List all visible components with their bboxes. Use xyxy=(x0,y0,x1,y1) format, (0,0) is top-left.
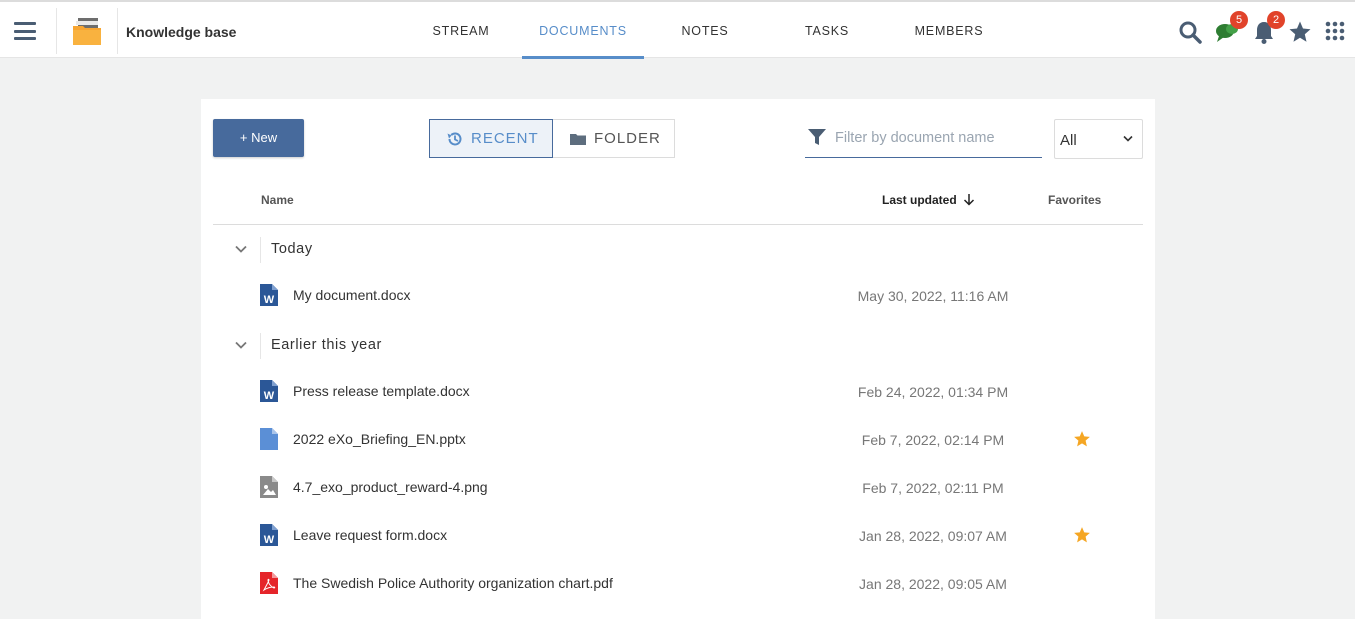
folder-icon xyxy=(73,18,101,45)
document-name[interactable]: 2022 eXo_Briefing_EN.pptx xyxy=(293,431,466,447)
file-icon xyxy=(260,428,278,450)
folder-view-label: FOLDER xyxy=(594,130,661,147)
document-name[interactable]: Leave request form.docx xyxy=(293,527,447,543)
table-header: Name Last updated Favorites xyxy=(213,179,1143,225)
document-row[interactable]: W Press release template.docx Feb 24, 20… xyxy=(213,368,1143,416)
divider xyxy=(260,333,261,359)
filter-icon xyxy=(808,129,826,145)
document-name[interactable]: My document.docx xyxy=(293,287,411,303)
type-select-value: All xyxy=(1060,132,1077,149)
space-title[interactable]: Knowledge base xyxy=(126,24,236,40)
notifications-button[interactable]: 2 xyxy=(1252,11,1285,44)
tab-stream[interactable]: STREAM xyxy=(400,2,522,58)
filter-input[interactable] xyxy=(833,125,1037,151)
tab-notes[interactable]: NOTES xyxy=(644,2,766,58)
type-select[interactable]: All xyxy=(1054,119,1143,159)
tab-members[interactable]: MEMBERS xyxy=(888,2,1010,58)
svg-text:W: W xyxy=(264,294,275,306)
chat-badge: 5 xyxy=(1230,11,1248,29)
document-name[interactable]: The Swedish Police Authority organizatio… xyxy=(293,575,613,591)
group-header-today[interactable]: Today xyxy=(213,225,1143,273)
document-row[interactable]: W Leave request form.docx Jan 28, 2022, … xyxy=(213,512,1143,560)
divider xyxy=(260,237,261,263)
favorite-star-icon[interactable] xyxy=(1073,526,1091,544)
apps-grid-icon[interactable] xyxy=(1324,20,1348,44)
folder-icon xyxy=(570,134,586,145)
tab-tasks[interactable]: TASKS xyxy=(766,2,888,58)
document-date: Feb 7, 2022, 02:14 PM xyxy=(861,432,1005,448)
word-file-icon: W xyxy=(260,284,278,306)
tab-documents[interactable]: DOCUMENTS xyxy=(522,2,644,59)
history-icon xyxy=(447,132,462,146)
divider xyxy=(56,8,57,54)
document-row[interactable]: 2022 eXo_Briefing_EN.pptx Feb 7, 2022, 0… xyxy=(213,416,1143,464)
documents-panel: + New RECENT FOLDER All Name xyxy=(201,99,1155,619)
chevron-down-icon[interactable] xyxy=(235,341,247,349)
notifications-badge: 2 xyxy=(1267,11,1285,29)
favorite-star-icon[interactable] xyxy=(1073,430,1091,448)
column-favorites: Favorites xyxy=(1048,193,1102,207)
document-date: Jan 28, 2022, 09:07 AM xyxy=(859,528,1007,544)
word-file-icon: W xyxy=(260,524,278,546)
document-date: Feb 24, 2022, 01:34 PM xyxy=(857,384,1009,400)
document-date: Jan 28, 2022, 09:05 AM xyxy=(859,576,1007,592)
group-label: Today xyxy=(271,241,313,257)
document-row[interactable]: 4.7_exo_product_reward-4.png Feb 7, 2022… xyxy=(213,464,1143,512)
divider xyxy=(117,8,118,54)
recent-view-label: RECENT xyxy=(471,130,539,147)
new-document-button[interactable]: + New xyxy=(213,119,304,157)
document-date: Feb 7, 2022, 02:11 PM xyxy=(862,480,1004,496)
document-name[interactable]: Press release template.docx xyxy=(293,383,470,399)
column-last-updated-label: Last updated xyxy=(882,193,957,207)
image-file-icon xyxy=(260,476,278,498)
filter-field[interactable] xyxy=(805,119,1042,158)
hamburger-icon[interactable] xyxy=(14,22,36,40)
group-label: Earlier this year xyxy=(271,337,382,353)
folder-view-button[interactable]: FOLDER xyxy=(553,119,675,158)
word-file-icon: W xyxy=(260,380,278,402)
document-date: May 30, 2022, 11:16 AM xyxy=(857,288,1009,304)
star-icon[interactable] xyxy=(1288,20,1312,44)
search-icon[interactable] xyxy=(1178,20,1202,44)
pdf-file-icon xyxy=(260,572,278,594)
arrow-down-icon xyxy=(963,194,975,206)
group-header-earlier[interactable]: Earlier this year xyxy=(213,321,1143,369)
top-bar: Knowledge base STREAM DOCUMENTS NOTES TA… xyxy=(0,0,1355,59)
column-name[interactable]: Name xyxy=(261,193,294,207)
recent-view-button[interactable]: RECENT xyxy=(429,119,553,158)
column-last-updated[interactable]: Last updated xyxy=(882,193,975,207)
document-row[interactable]: W My document.docx May 30, 2022, 11:16 A… xyxy=(213,272,1143,320)
document-name[interactable]: 4.7_exo_product_reward-4.png xyxy=(293,479,488,495)
chat-button[interactable]: 5 xyxy=(1215,11,1248,44)
chevron-down-icon[interactable] xyxy=(235,245,247,253)
svg-text:W: W xyxy=(264,534,275,546)
document-row[interactable]: The Swedish Police Authority organizatio… xyxy=(213,560,1143,608)
svg-text:W: W xyxy=(264,390,275,402)
chevron-down-icon xyxy=(1123,135,1133,142)
